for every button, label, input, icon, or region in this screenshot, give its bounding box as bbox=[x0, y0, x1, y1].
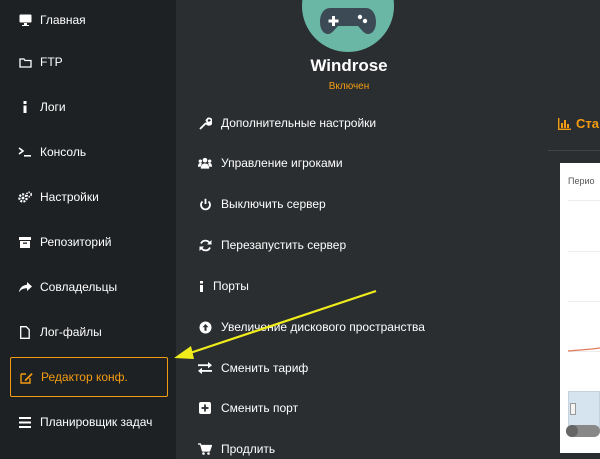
server-name: Windrose bbox=[310, 56, 388, 75]
action-restart-server[interactable]: Перезапустить сервер bbox=[198, 234, 346, 256]
sidebar-item-label: Главная bbox=[40, 13, 86, 27]
power-icon bbox=[198, 197, 212, 211]
sidebar-item-label: Логи bbox=[40, 100, 66, 114]
bar-chart-icon bbox=[558, 117, 571, 130]
action-advanced-settings[interactable]: Дополнительные настройки bbox=[198, 112, 376, 134]
plus-square-icon bbox=[198, 401, 212, 415]
chart-series-line bbox=[568, 347, 600, 352]
terminal-icon bbox=[18, 145, 32, 159]
sidebar-item-logs[interactable]: Логи bbox=[10, 87, 168, 127]
action-manage-players[interactable]: Управление игроками bbox=[198, 152, 343, 174]
action-increase-disk-space[interactable]: Увеличение дискового пространства bbox=[198, 316, 425, 338]
action-label: Сменить порт bbox=[221, 401, 299, 415]
file-icon bbox=[18, 325, 32, 339]
chart-gridline bbox=[568, 301, 600, 302]
action-ports[interactable]: Порты bbox=[198, 275, 249, 297]
statistics-chart: Перио bbox=[560, 163, 600, 453]
archive-icon bbox=[18, 235, 32, 249]
action-label: Продлить bbox=[221, 442, 276, 456]
sidebar-item-repository[interactable]: Репозиторий bbox=[10, 222, 168, 262]
chart-gridline bbox=[568, 251, 600, 252]
statistics-title-text: Ста bbox=[576, 116, 599, 131]
sidebar-item-label: Планировщик задач bbox=[40, 415, 153, 429]
action-label: Сменить тариф bbox=[221, 361, 309, 375]
period-label: Перио bbox=[568, 176, 595, 186]
sidebar-item-ftp[interactable]: FTP bbox=[10, 42, 168, 82]
arrow-up-circle-icon bbox=[198, 320, 212, 334]
action-change-tariff[interactable]: Сменить тариф bbox=[198, 357, 308, 379]
action-change-port[interactable]: Сменить порт bbox=[198, 397, 298, 419]
chart-gridline bbox=[568, 200, 600, 201]
sidebar-item-settings[interactable]: Настройки bbox=[10, 177, 168, 217]
folder-icon bbox=[18, 55, 32, 69]
action-extend[interactable]: Продлить bbox=[198, 438, 275, 459]
sidebar-item-logfiles[interactable]: Лог-файлы bbox=[10, 312, 168, 352]
edit-icon bbox=[19, 370, 33, 384]
action-label: Перезапустить сервер bbox=[221, 238, 347, 252]
action-label: Дополнительные настройки bbox=[221, 116, 377, 130]
statistics-title: Ста bbox=[558, 116, 599, 131]
action-label: Управление игроками bbox=[221, 156, 343, 170]
sidebar-item-label: Лог-файлы bbox=[40, 325, 102, 339]
list-icon bbox=[18, 415, 32, 429]
users-icon bbox=[198, 156, 212, 170]
exchange-icon bbox=[198, 361, 212, 375]
wrench-icon bbox=[198, 116, 212, 130]
action-label: Увеличение дискового пространства bbox=[221, 320, 425, 334]
refresh-icon bbox=[198, 238, 212, 252]
info-icon bbox=[198, 279, 204, 293]
action-label: Порты bbox=[213, 279, 249, 293]
sidebar-item-home[interactable]: Главная bbox=[10, 0, 168, 40]
info-icon bbox=[18, 100, 32, 114]
server-actions-panel: Windrose Включен Дополнительные настройк… bbox=[176, 0, 548, 459]
statistics-panel: Ста Перио bbox=[548, 0, 600, 459]
server-avatar bbox=[302, 0, 394, 52]
share-icon bbox=[18, 280, 32, 294]
sidebar: Главная FTP Логи Консоль Настройки Репоз… bbox=[0, 0, 176, 459]
action-label: Выключить сервер bbox=[221, 197, 326, 211]
gears-icon bbox=[18, 190, 32, 204]
cart-icon bbox=[198, 442, 212, 456]
divider bbox=[548, 150, 600, 151]
sidebar-item-scheduler[interactable]: Планировщик задач bbox=[10, 402, 168, 442]
sidebar-item-label: Настройки bbox=[40, 190, 99, 204]
monitor-icon bbox=[18, 13, 32, 27]
server-status: Включен bbox=[328, 81, 370, 92]
sidebar-item-label: Редактор конф. bbox=[41, 370, 128, 384]
sidebar-item-console[interactable]: Консоль bbox=[10, 132, 168, 172]
sidebar-item-label: FTP bbox=[40, 55, 63, 69]
sidebar-item-coowners[interactable]: Совладельцы bbox=[10, 267, 168, 307]
sidebar-item-label: Консоль bbox=[40, 145, 87, 159]
sidebar-item-label: Совладельцы bbox=[40, 280, 118, 294]
sidebar-item-label: Репозиторий bbox=[40, 235, 112, 249]
chart-scrollbar-thumb[interactable] bbox=[566, 425, 578, 437]
sidebar-item-config-editor[interactable]: Редактор конф. bbox=[10, 357, 168, 397]
gamepad-icon bbox=[320, 6, 376, 41]
navigator-handle[interactable] bbox=[570, 403, 576, 415]
action-shutdown-server[interactable]: Выключить сервер bbox=[198, 193, 326, 215]
